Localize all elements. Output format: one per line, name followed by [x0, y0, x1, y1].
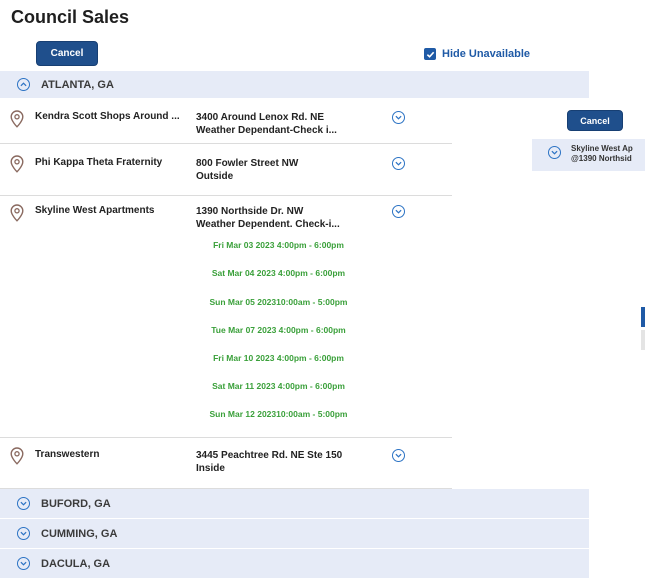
location-note: Weather Dependant-Check i... [196, 125, 337, 136]
location-row[interactable]: Phi Kappa Theta Fraternity 800 Fowler St… [0, 144, 452, 196]
time-slot[interactable]: Fri Mar 10 2023 4:00pm - 6:00pm [196, 353, 361, 363]
chevron-circle-down-icon[interactable] [392, 111, 405, 124]
location-address: 800 Fowler Street NW [196, 158, 299, 169]
location-name[interactable]: Skyline West Apartments [35, 205, 154, 216]
region-row-dacula[interactable]: DACULA, GA [0, 549, 589, 579]
check-icon [426, 51, 434, 58]
location-name[interactable]: Kendra Scott Shops Around ... [35, 111, 180, 122]
region-label: DACULA, GA [41, 557, 111, 570]
map-pin-icon [10, 155, 24, 173]
location-note: Weather Dependent. Check-i... [196, 219, 340, 230]
region-row-cumming[interactable]: CUMMING, GA [0, 519, 589, 549]
side-selection-line1: Skyline West Ap [571, 144, 633, 153]
side-edge-marker [641, 330, 645, 350]
chevron-circle-up-icon[interactable] [17, 78, 30, 91]
time-slot[interactable]: Sat Mar 04 2023 4:00pm - 6:00pm [196, 268, 361, 278]
chevron-circle-down-icon[interactable] [392, 205, 405, 218]
chevron-circle-down-icon[interactable] [17, 497, 30, 510]
location-name[interactable]: Transwestern [35, 449, 99, 460]
map-pin-icon [10, 204, 24, 222]
region-label: ATLANTA, GA [41, 78, 114, 91]
region-label: CUMMING, GA [41, 527, 118, 540]
side-edge-marker [641, 307, 645, 327]
side-selection-line2: @1390 Northsid [571, 154, 632, 163]
chevron-circle-down-icon[interactable] [392, 449, 405, 462]
location-note: Inside [196, 463, 225, 474]
time-slot[interactable]: Fri Mar 03 2023 4:00pm - 6:00pm [196, 240, 361, 250]
side-cancel-button[interactable]: Cancel [567, 110, 623, 131]
side-selection-panel[interactable]: Skyline West Ap @1390 Northsid [532, 139, 645, 171]
page-title: Council Sales [11, 7, 130, 27]
chevron-circle-down-icon[interactable] [17, 527, 30, 540]
location-name[interactable]: Phi Kappa Theta Fraternity [35, 157, 162, 168]
time-slot[interactable]: Sat Mar 11 2023 4:00pm - 6:00pm [196, 381, 361, 391]
chevron-circle-down-icon[interactable] [17, 557, 30, 570]
chevron-circle-down-icon[interactable] [548, 146, 561, 159]
hide-unavailable-label: Hide Unavailable [442, 48, 531, 60]
map-pin-icon [10, 447, 24, 465]
region-row-atlanta[interactable]: ATLANTA, GA [0, 71, 589, 99]
location-row-expanded[interactable]: Skyline West Apartments 1390 Northside D… [0, 196, 452, 438]
location-address: 3445 Peachtree Rd. NE Ste 150 [196, 450, 343, 461]
cancel-button[interactable]: Cancel [36, 41, 98, 66]
location-row[interactable]: Transwestern 3445 Peachtree Rd. NE Ste 1… [0, 438, 452, 489]
region-row-buford[interactable]: BUFORD, GA [0, 489, 589, 519]
region-label: BUFORD, GA [41, 497, 111, 510]
hide-unavailable-checkbox[interactable] [424, 48, 436, 60]
location-address: 1390 Northside Dr. NW [196, 206, 304, 217]
hide-unavailable-toggle[interactable]: Hide Unavailable [424, 46, 530, 62]
location-note: Outside [196, 171, 234, 182]
time-slot[interactable]: Sun Mar 05 202310:00am - 5:00pm [196, 297, 361, 307]
chevron-circle-down-icon[interactable] [392, 157, 405, 170]
location-address: 3400 Around Lenox Rd. NE [196, 112, 324, 123]
time-slot[interactable]: Sun Mar 12 202310:00am - 5:00pm [196, 409, 361, 419]
time-slot[interactable]: Tue Mar 07 2023 4:00pm - 6:00pm [196, 325, 361, 335]
map-pin-icon [10, 110, 24, 128]
location-row[interactable]: Kendra Scott Shops Around ... 3400 Aroun… [0, 99, 452, 144]
